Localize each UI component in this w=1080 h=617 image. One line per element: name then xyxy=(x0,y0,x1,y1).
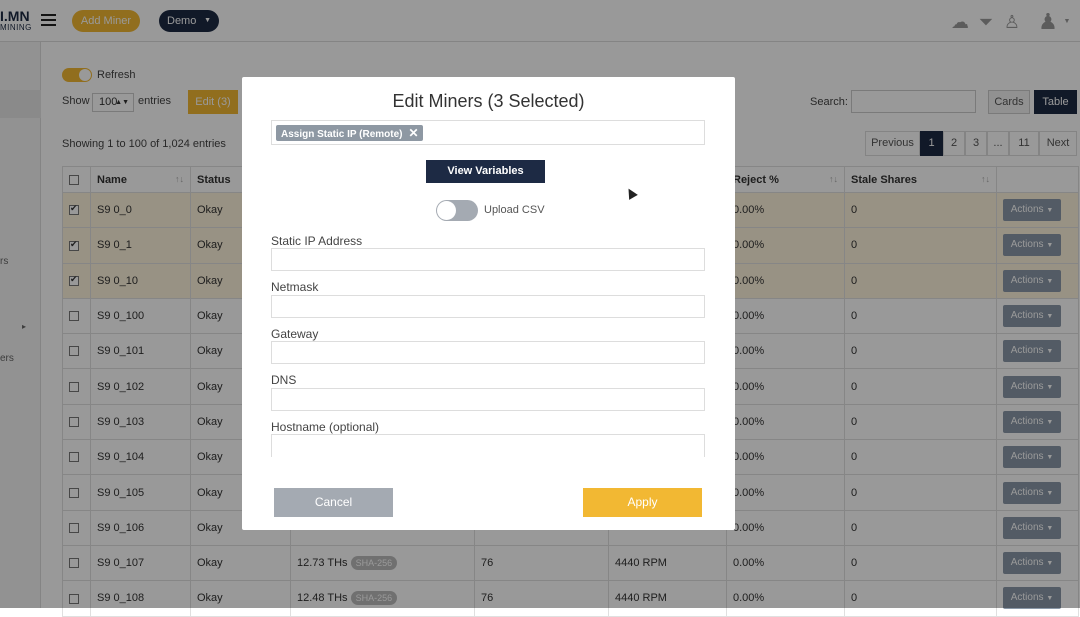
upload-csv-toggle[interactable] xyxy=(436,200,478,221)
static-ip-label: Static IP Address xyxy=(271,234,363,248)
edit-miners-modal: Edit Miners (3 Selected) Assign Static I… xyxy=(242,77,735,530)
gateway-label: Gateway xyxy=(271,327,319,341)
dns-label: DNS xyxy=(271,373,297,387)
selected-action-tag: Assign Static IP (Remote) ✕ xyxy=(276,125,423,141)
action-select[interactable]: Assign Static IP (Remote) ✕ xyxy=(271,120,705,145)
hostname-label: Hostname (optional) xyxy=(271,420,380,434)
upload-csv-label: Upload CSV xyxy=(484,204,545,216)
close-icon[interactable]: ✕ xyxy=(409,126,419,140)
modal-title: Edit Miners (3 Selected) xyxy=(392,91,585,111)
static-ip-input[interactable] xyxy=(271,248,705,271)
dns-input[interactable] xyxy=(271,388,705,411)
netmask-input[interactable] xyxy=(271,295,705,318)
netmask-label: Netmask xyxy=(271,280,319,294)
view-variables-button[interactable]: View Variables xyxy=(426,160,545,183)
apply-button[interactable]: Apply xyxy=(583,488,702,517)
hostname-input[interactable] xyxy=(271,434,705,457)
cancel-button[interactable]: Cancel xyxy=(274,488,393,517)
tag-label: Assign Static IP (Remote) xyxy=(281,129,403,140)
gateway-input[interactable] xyxy=(271,341,705,364)
